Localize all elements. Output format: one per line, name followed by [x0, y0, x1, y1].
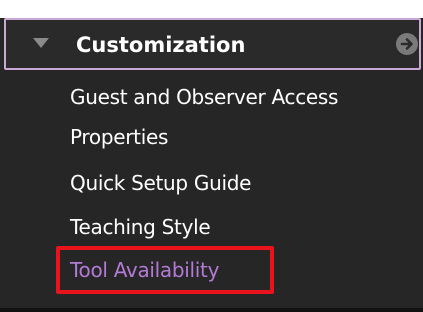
section-header-customization[interactable]: Customization [4, 18, 421, 70]
panel-bottom-edge [0, 308, 423, 312]
triangle-down-icon[interactable] [33, 38, 49, 48]
section-title: Customization [76, 33, 246, 57]
circle-arrow-right-icon[interactable] [396, 33, 418, 55]
menu-item-tool-availability[interactable]: Tool Availability [70, 257, 219, 283]
page: Customization Guest and Observer Access … [0, 0, 423, 312]
menu-item-properties[interactable]: Properties [70, 124, 168, 150]
menu-item-guest-and-observer-access[interactable]: Guest and Observer Access [70, 84, 338, 110]
menu-item-teaching-style[interactable]: Teaching Style [70, 214, 211, 240]
menu-item-quick-setup-guide[interactable]: Quick Setup Guide [70, 170, 251, 196]
